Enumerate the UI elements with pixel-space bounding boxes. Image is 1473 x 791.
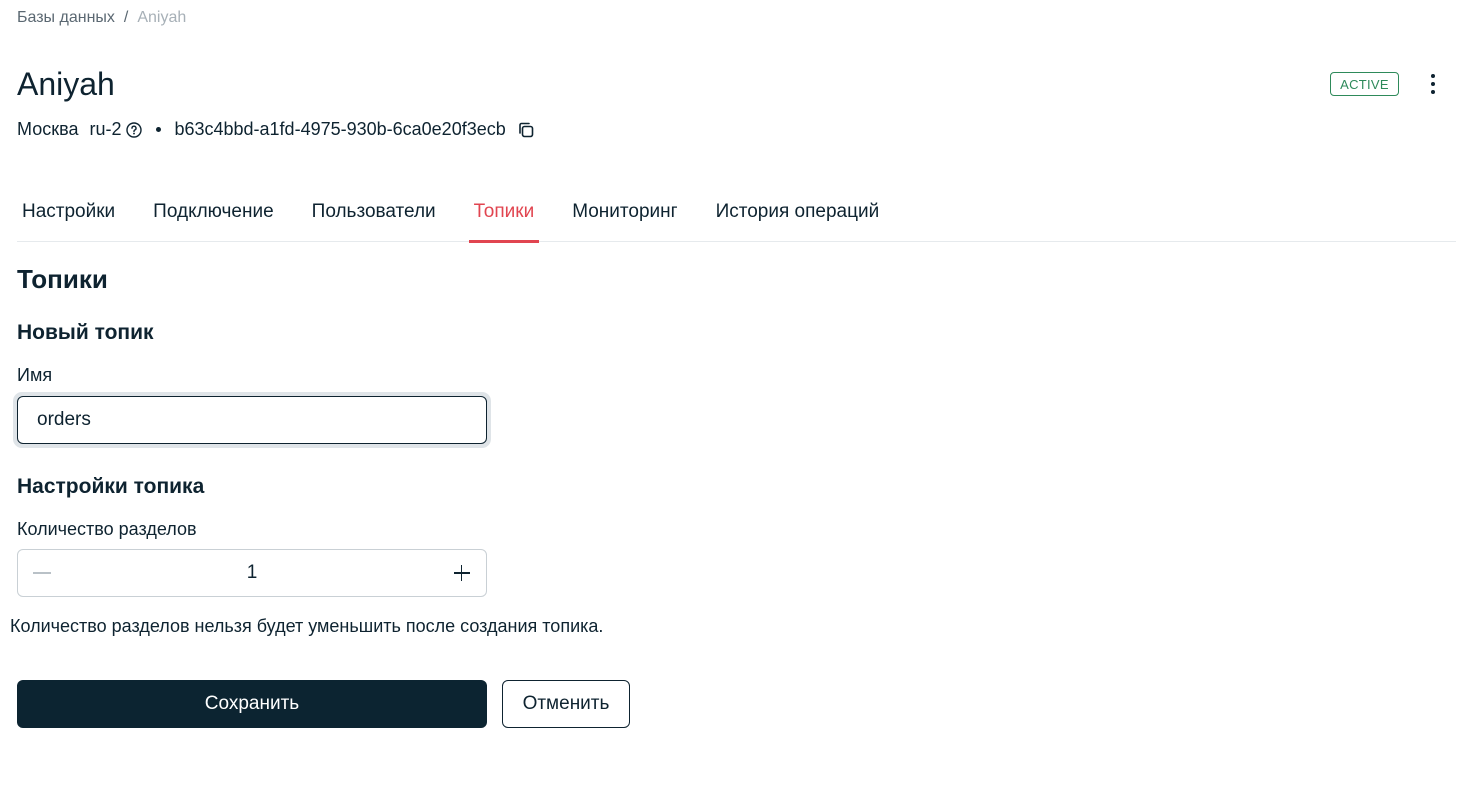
region-label: ru-2 bbox=[89, 119, 122, 139]
breadcrumb-separator: / bbox=[123, 9, 129, 26]
new-topic-title: Новый топик bbox=[17, 321, 154, 344]
name-input-focus-ring bbox=[13, 392, 491, 448]
partitions-value[interactable]: 1 bbox=[247, 562, 258, 584]
city-label: Москва bbox=[17, 119, 79, 139]
page-title: Aniyah bbox=[17, 66, 115, 102]
tab-monitoring[interactable]: Мониторинг bbox=[567, 188, 682, 242]
partitions-hint: Количество разделов нельзя будет уменьши… bbox=[10, 616, 604, 636]
breadcrumb-current: Aniyah bbox=[137, 9, 187, 26]
status-badge: ACTIVE bbox=[1330, 72, 1399, 96]
separator-dot bbox=[156, 127, 162, 132]
tab-operations-history[interactable]: История операций bbox=[711, 188, 885, 242]
tab-settings[interactable]: Настройки bbox=[17, 188, 120, 242]
partitions-label: Количество разделов bbox=[17, 519, 197, 539]
partitions-stepper: 1 bbox=[17, 549, 487, 597]
tab-users[interactable]: Пользователи bbox=[307, 188, 441, 242]
cluster-meta: Москва ru-2 b63c4bbd-a1fd-4975-930b-6ca0… bbox=[17, 119, 536, 140]
cancel-button[interactable]: Отменить bbox=[502, 680, 630, 728]
topic-settings-title: Настройки топика bbox=[17, 475, 205, 498]
help-icon[interactable] bbox=[126, 121, 143, 138]
plus-icon[interactable] bbox=[452, 563, 472, 583]
save-button[interactable]: Сохранить bbox=[17, 680, 487, 728]
more-vertical-icon[interactable] bbox=[1424, 72, 1442, 96]
breadcrumb-databases-link[interactable]: Базы данных bbox=[17, 9, 115, 27]
tab-topics[interactable]: Топики bbox=[468, 188, 540, 243]
tab-connection[interactable]: Подключение bbox=[148, 188, 278, 242]
copy-icon[interactable] bbox=[516, 120, 536, 140]
minus-icon[interactable] bbox=[32, 563, 52, 583]
breadcrumb: Базы данных / Aniyah bbox=[17, 9, 186, 27]
tabs: Настройки Подключение Пользователи Топик… bbox=[17, 188, 1456, 243]
name-label: Имя bbox=[17, 365, 53, 385]
section-title: Топики bbox=[17, 264, 108, 294]
topic-name-input[interactable] bbox=[17, 396, 487, 444]
cluster-id: b63c4bbd-a1fd-4975-930b-6ca0e20f3ecb bbox=[174, 119, 506, 139]
